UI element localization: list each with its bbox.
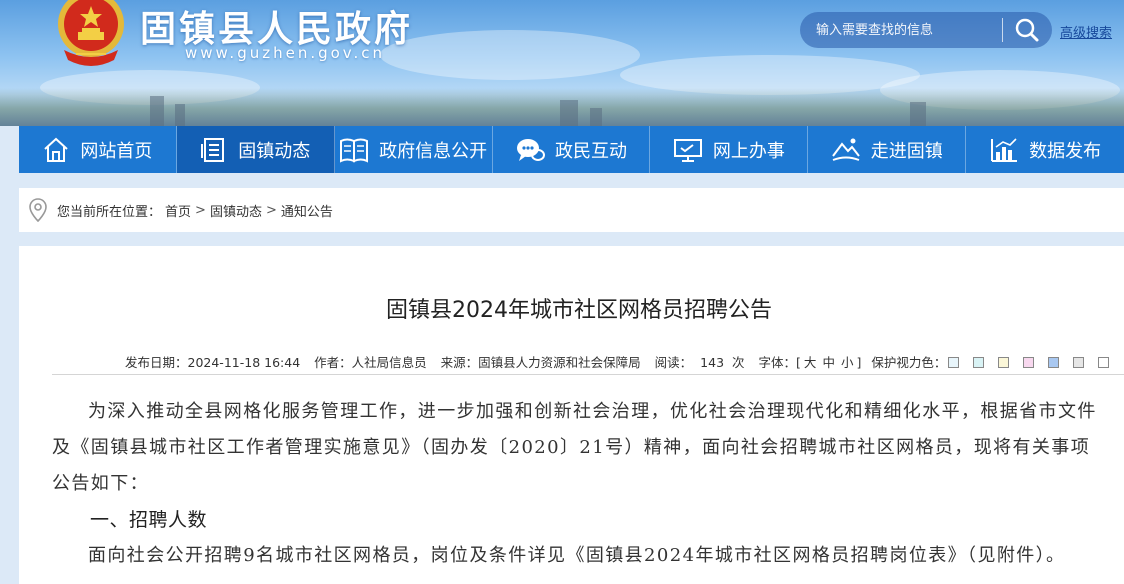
meta-divider (52, 374, 1124, 375)
article-meta: 发布日期：2024-11-18 16:44 作者：人社局信息员 来源：固镇县人力… (125, 352, 1115, 371)
eye-care-swatch[interactable] (1048, 357, 1060, 368)
eye-care-swatch[interactable] (998, 357, 1010, 368)
breadcrumb: 您当前所在位置： 首页 > 固镇动态 > 通知公告 (19, 188, 1124, 232)
building-decoration (560, 100, 578, 126)
font-size-large[interactable]: 大 (804, 355, 817, 370)
eye-care-swatch[interactable] (1023, 357, 1035, 368)
nav-item-label: 走进固镇 (870, 140, 943, 162)
nav-item-label: 固镇动态 (238, 140, 311, 162)
breadcrumb-home[interactable]: 首页 (165, 201, 191, 220)
breadcrumb-notices[interactable]: 通知公告 (281, 201, 333, 220)
building-decoration (150, 96, 164, 126)
chat-icon (517, 138, 545, 161)
font-size-small[interactable]: 小 (841, 355, 854, 370)
main-nav: 网站首页 固镇动态 政府信息公开 政民互动 网上办事 走进固镇 数据发布 (19, 126, 1124, 173)
nav-item-info-disclosure[interactable]: 政府信息公开 (335, 126, 493, 173)
search-icon (1015, 18, 1039, 42)
nav-item-label: 政民互动 (555, 140, 627, 162)
news-icon (201, 137, 225, 162)
author: 作者：人社局信息员 (314, 355, 427, 370)
breadcrumb-separator: > (195, 202, 206, 218)
breadcrumb-news[interactable]: 固镇动态 (210, 201, 262, 220)
landscape-icon (831, 138, 860, 161)
header-banner: 固镇县人民政府 www.guzhen.gov.cn 高级搜索 (0, 0, 1124, 126)
breadcrumb-prefix: 您当前所在位置： (57, 204, 162, 220)
advanced-search-link[interactable]: 高级搜索 (1060, 22, 1112, 41)
home-icon (44, 137, 69, 162)
site-url: www.guzhen.gov.cn (185, 44, 386, 62)
article-container: 固镇县2024年城市社区网格员招聘公告 发布日期：2024-11-18 16:4… (19, 246, 1124, 584)
monitor-icon (673, 138, 702, 162)
eye-care-swatch[interactable] (1073, 357, 1085, 368)
publish-date: 发布日期：2024-11-18 16:44 (125, 355, 301, 370)
nav-item-online-services[interactable]: 网上办事 (650, 126, 809, 173)
eye-care-swatch[interactable] (948, 357, 960, 368)
font-size-label: 字体：[ (758, 355, 801, 370)
article-paragraph: 面向社会公开招聘9名城市社区网格员，岗位及条件详见《固镇县2024年城市社区网格… (88, 545, 1066, 566)
eye-care-swatch[interactable] (1098, 357, 1110, 368)
font-size-close: ] (856, 355, 862, 370)
source: 来源：固镇县人力资源和社会保障局 (440, 355, 641, 370)
building-decoration (590, 108, 602, 126)
read-count: 阅读： 143 次 (655, 352, 745, 371)
nav-item-label: 网站首页 (80, 140, 153, 162)
nav-item-label: 政府信息公开 (379, 140, 488, 162)
national-emblem-icon (58, 0, 124, 66)
search-input[interactable] (816, 20, 996, 40)
nav-item-news[interactable]: 固镇动态 (176, 126, 335, 173)
search-box (800, 12, 1052, 48)
eye-care-label: 保护视力色： (871, 355, 947, 370)
building-decoration (175, 104, 185, 126)
section-heading: 一、招聘人数 (90, 509, 208, 531)
nav-item-data-release[interactable]: 数据发布 (966, 126, 1124, 173)
read-count-unit: 次 (732, 355, 745, 370)
nav-item-home[interactable]: 网站首页 (19, 126, 177, 173)
nav-item-label: 网上办事 (712, 140, 785, 162)
nav-item-about-guzhen[interactable]: 走进固镇 (808, 126, 967, 173)
eye-care-swatches (948, 354, 1123, 369)
nav-item-interaction[interactable]: 政民互动 (493, 126, 651, 173)
search-button[interactable] (1010, 15, 1044, 45)
breadcrumb-separator: > (265, 202, 277, 218)
font-size-control: 字体：[大中小] (759, 352, 862, 371)
read-count-label: 阅读： (654, 355, 693, 370)
building-decoration (910, 102, 926, 126)
bar-chart-icon (991, 137, 1018, 162)
nav-item-label: 数据发布 (1029, 140, 1102, 162)
article-body: 为深入推动全县网格化服务管理工作，进一步加强和创新社会治理，优化社会治理现代化和… (52, 394, 1107, 574)
location-pin-icon (29, 198, 47, 222)
font-size-medium[interactable]: 中 (822, 355, 835, 370)
search-divider (1002, 18, 1003, 42)
cloud-decoration (380, 30, 640, 80)
article-paragraph: 为深入推动全县网格化服务管理工作，进一步加强和创新社会治理，优化社会治理现代化和… (52, 401, 1097, 494)
article-title: 固镇县2024年城市社区网格员招聘公告 (386, 298, 772, 323)
book-icon (340, 138, 369, 163)
read-count-value: 143 (700, 355, 725, 370)
eye-care-swatch[interactable] (973, 357, 985, 368)
